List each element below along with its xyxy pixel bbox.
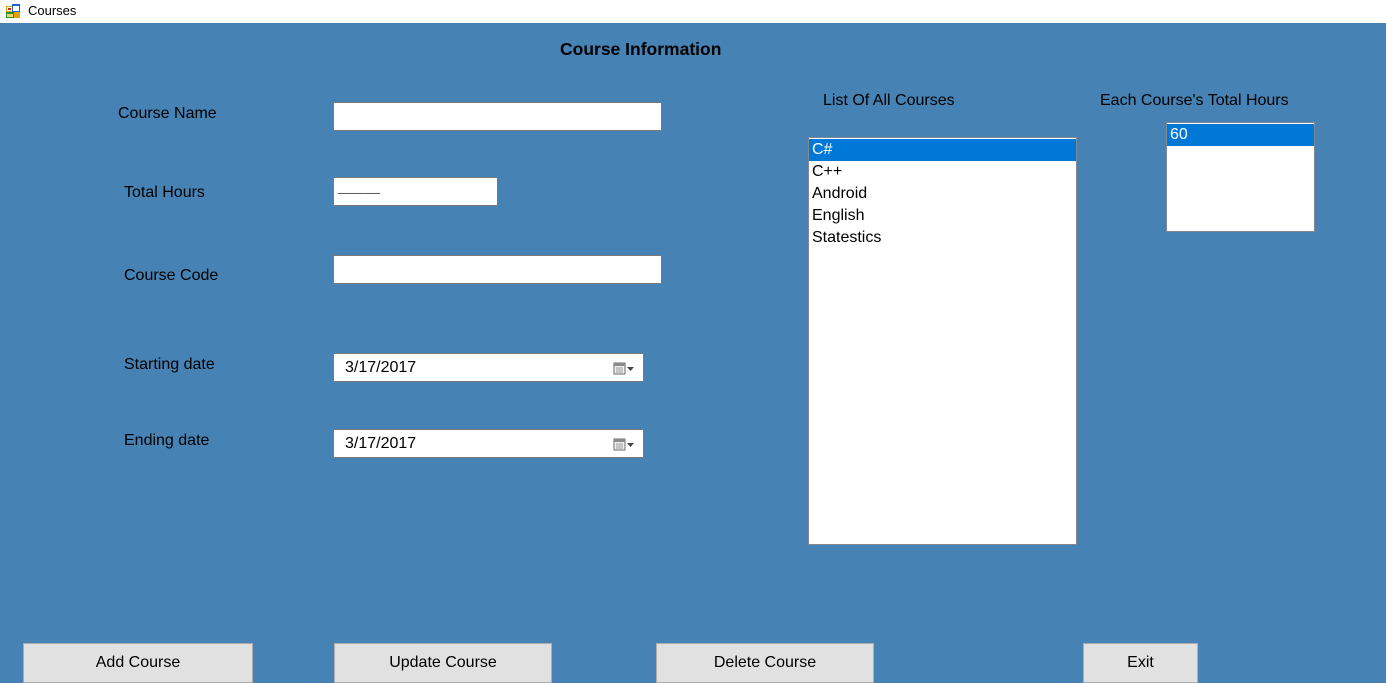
- calendar-dropdown-icon[interactable]: [613, 362, 635, 376]
- course-form: Course Information Course Name Total Hou…: [0, 23, 1386, 683]
- ending-date-label: Ending date: [124, 432, 210, 449]
- update-course-button[interactable]: Update Course: [334, 643, 552, 683]
- course-code-label: Course Code: [124, 267, 219, 284]
- total-hours-masked-input[interactable]: _____: [333, 177, 498, 206]
- total-hours-label: Total Hours: [124, 184, 205, 201]
- course-name-input[interactable]: [333, 102, 662, 131]
- form-app-icon: [6, 4, 20, 18]
- course-code-input[interactable]: [333, 255, 662, 284]
- add-course-button[interactable]: Add Course: [23, 643, 253, 683]
- title-bar: Courses: [0, 0, 1386, 23]
- list-item[interactable]: Android: [809, 183, 1076, 205]
- list-item[interactable]: 60: [1167, 124, 1314, 146]
- window-title: Courses: [28, 3, 77, 18]
- list-item[interactable]: C#: [809, 139, 1076, 161]
- ending-date-picker[interactable]: 3/17/2017: [333, 429, 644, 458]
- calendar-dropdown-icon[interactable]: [613, 438, 635, 452]
- course-name-label: Course Name: [118, 105, 217, 122]
- starting-date-value: 3/17/2017: [345, 359, 417, 376]
- delete-course-button[interactable]: Delete Course: [656, 643, 874, 683]
- courses-list-label: List Of All Courses: [823, 92, 955, 109]
- hours-mask: _____: [338, 181, 381, 197]
- list-item[interactable]: Statestics: [809, 227, 1076, 249]
- exit-button[interactable]: Exit: [1083, 643, 1198, 683]
- starting-date-label: Starting date: [124, 356, 215, 373]
- ending-date-value: 3/17/2017: [345, 435, 417, 452]
- hours-list-label: Each Course's Total Hours: [1100, 92, 1289, 109]
- starting-date-picker[interactable]: 3/17/2017: [333, 353, 644, 382]
- hours-listbox[interactable]: 60: [1166, 122, 1315, 232]
- list-item[interactable]: C++: [809, 161, 1076, 183]
- list-item[interactable]: English: [809, 205, 1076, 227]
- courses-listbox[interactable]: C# C++ Android English Statestics: [808, 137, 1077, 545]
- form-heading: Course Information: [560, 39, 722, 59]
